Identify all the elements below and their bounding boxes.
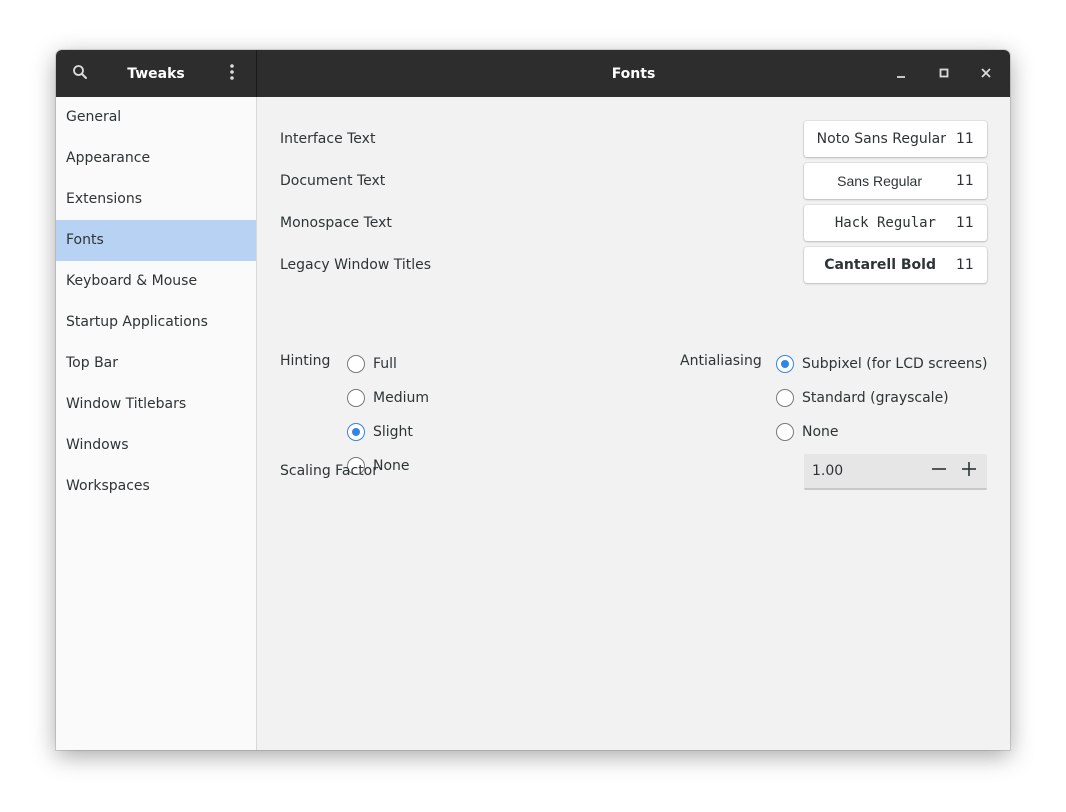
plus-icon	[961, 461, 977, 481]
search-button[interactable]	[64, 50, 96, 97]
interface-font-name: Noto Sans Regular	[816, 131, 946, 147]
hinting-option-slight[interactable]: Slight	[347, 420, 413, 444]
tweaks-window: Tweaks Fonts General Appearance Extensio…	[56, 50, 1010, 750]
document-font-name: Sans Regular	[837, 173, 922, 189]
radio-unchecked-icon	[347, 389, 365, 407]
interface-font-button[interactable]: Noto Sans Regular 11	[804, 121, 987, 157]
legacy-titles-font-name: Cantarell Bold	[824, 257, 936, 273]
app-title: Tweaks	[127, 65, 185, 82]
document-text-label: Document Text	[280, 173, 386, 189]
header-bar-sidebar-section: Tweaks	[56, 50, 257, 97]
sidebar-item-extensions[interactable]: Extensions	[56, 179, 256, 220]
antialiasing-option-label: Standard (grayscale)	[802, 390, 949, 406]
header-bar: Tweaks Fonts	[56, 50, 1010, 97]
sidebar-item-fonts[interactable]: Fonts	[56, 220, 256, 261]
scaling-decrease-button[interactable]	[924, 454, 954, 488]
scaling-factor-spinbutton: 1.00	[804, 454, 987, 490]
radio-checked-icon	[347, 423, 365, 441]
monospace-text-label: Monospace Text	[280, 215, 392, 231]
hinting-option-label: Slight	[373, 424, 413, 440]
scaling-factor-input[interactable]: 1.00	[812, 454, 843, 488]
legacy-window-titles-label: Legacy Window Titles	[280, 257, 432, 273]
sidebar-item-workspaces[interactable]: Workspaces	[56, 466, 256, 507]
legacy-titles-font-button[interactable]: Cantarell Bold 11	[804, 247, 987, 283]
font-row-interface: Interface Text Noto Sans Regular 11	[280, 121, 987, 157]
font-row-legacy-titles: Legacy Window Titles Cantarell Bold 11	[280, 247, 987, 283]
sidebar-item-window-titlebars[interactable]: Window Titlebars	[56, 384, 256, 425]
sidebar-item-general[interactable]: General	[56, 97, 256, 138]
hinting-option-label: Medium	[373, 390, 429, 406]
sidebar-item-appearance[interactable]: Appearance	[56, 138, 256, 179]
hinting-option-full[interactable]: Full	[347, 352, 397, 376]
legacy-titles-font-size: 11	[956, 257, 974, 273]
document-font-button[interactable]: Sans Regular 11	[804, 163, 987, 199]
monospace-font-name: Hack Regular	[834, 215, 936, 231]
vertical-dots-icon	[229, 63, 235, 85]
fonts-panel: Interface Text Noto Sans Regular 11 Docu…	[257, 97, 1010, 750]
antialiasing-option-label: Subpixel (for LCD screens)	[802, 356, 988, 372]
radio-unchecked-icon	[776, 423, 794, 441]
font-row-document: Document Text Sans Regular 11	[280, 163, 987, 199]
close-button[interactable]	[971, 50, 1001, 97]
hinting-option-medium[interactable]: Medium	[347, 386, 429, 410]
sidebar-item-top-bar[interactable]: Top Bar	[56, 343, 256, 384]
radio-checked-icon	[776, 355, 794, 373]
interface-text-label: Interface Text	[280, 131, 376, 147]
minus-icon	[931, 461, 947, 481]
close-icon	[980, 64, 992, 83]
maximize-button[interactable]	[929, 50, 959, 97]
hinting-label: Hinting	[280, 353, 331, 369]
hinting-option-label: Full	[373, 356, 397, 372]
maximize-icon	[938, 64, 950, 83]
document-font-size: 11	[956, 173, 974, 189]
sidebar-item-windows[interactable]: Windows	[56, 425, 256, 466]
radio-unchecked-icon	[347, 355, 365, 373]
minimize-icon	[895, 64, 907, 83]
antialiasing-option-standard[interactable]: Standard (grayscale)	[776, 386, 949, 410]
antialiasing-option-none[interactable]: None	[776, 420, 839, 444]
search-icon	[72, 64, 88, 84]
sidebar-item-startup-applications[interactable]: Startup Applications	[56, 302, 256, 343]
monospace-font-button[interactable]: Hack Regular 11	[804, 205, 987, 241]
scaling-factor-label: Scaling Factor	[280, 463, 379, 479]
sidebar-item-keyboard-mouse[interactable]: Keyboard & Mouse	[56, 261, 256, 302]
antialiasing-label: Antialiasing	[680, 353, 762, 369]
hinting-option-label: None	[373, 458, 410, 474]
antialiasing-option-label: None	[802, 424, 839, 440]
sidebar: General Appearance Extensions Fonts Keyb…	[56, 97, 257, 750]
antialiasing-option-subpixel[interactable]: Subpixel (for LCD screens)	[776, 352, 988, 376]
monospace-font-size: 11	[956, 215, 974, 231]
interface-font-size: 11	[956, 131, 974, 147]
font-row-monospace: Monospace Text Hack Regular 11	[280, 205, 987, 241]
minimize-button[interactable]	[886, 50, 916, 97]
radio-unchecked-icon	[776, 389, 794, 407]
scaling-increase-button[interactable]	[954, 454, 984, 488]
menu-button[interactable]	[216, 50, 248, 97]
